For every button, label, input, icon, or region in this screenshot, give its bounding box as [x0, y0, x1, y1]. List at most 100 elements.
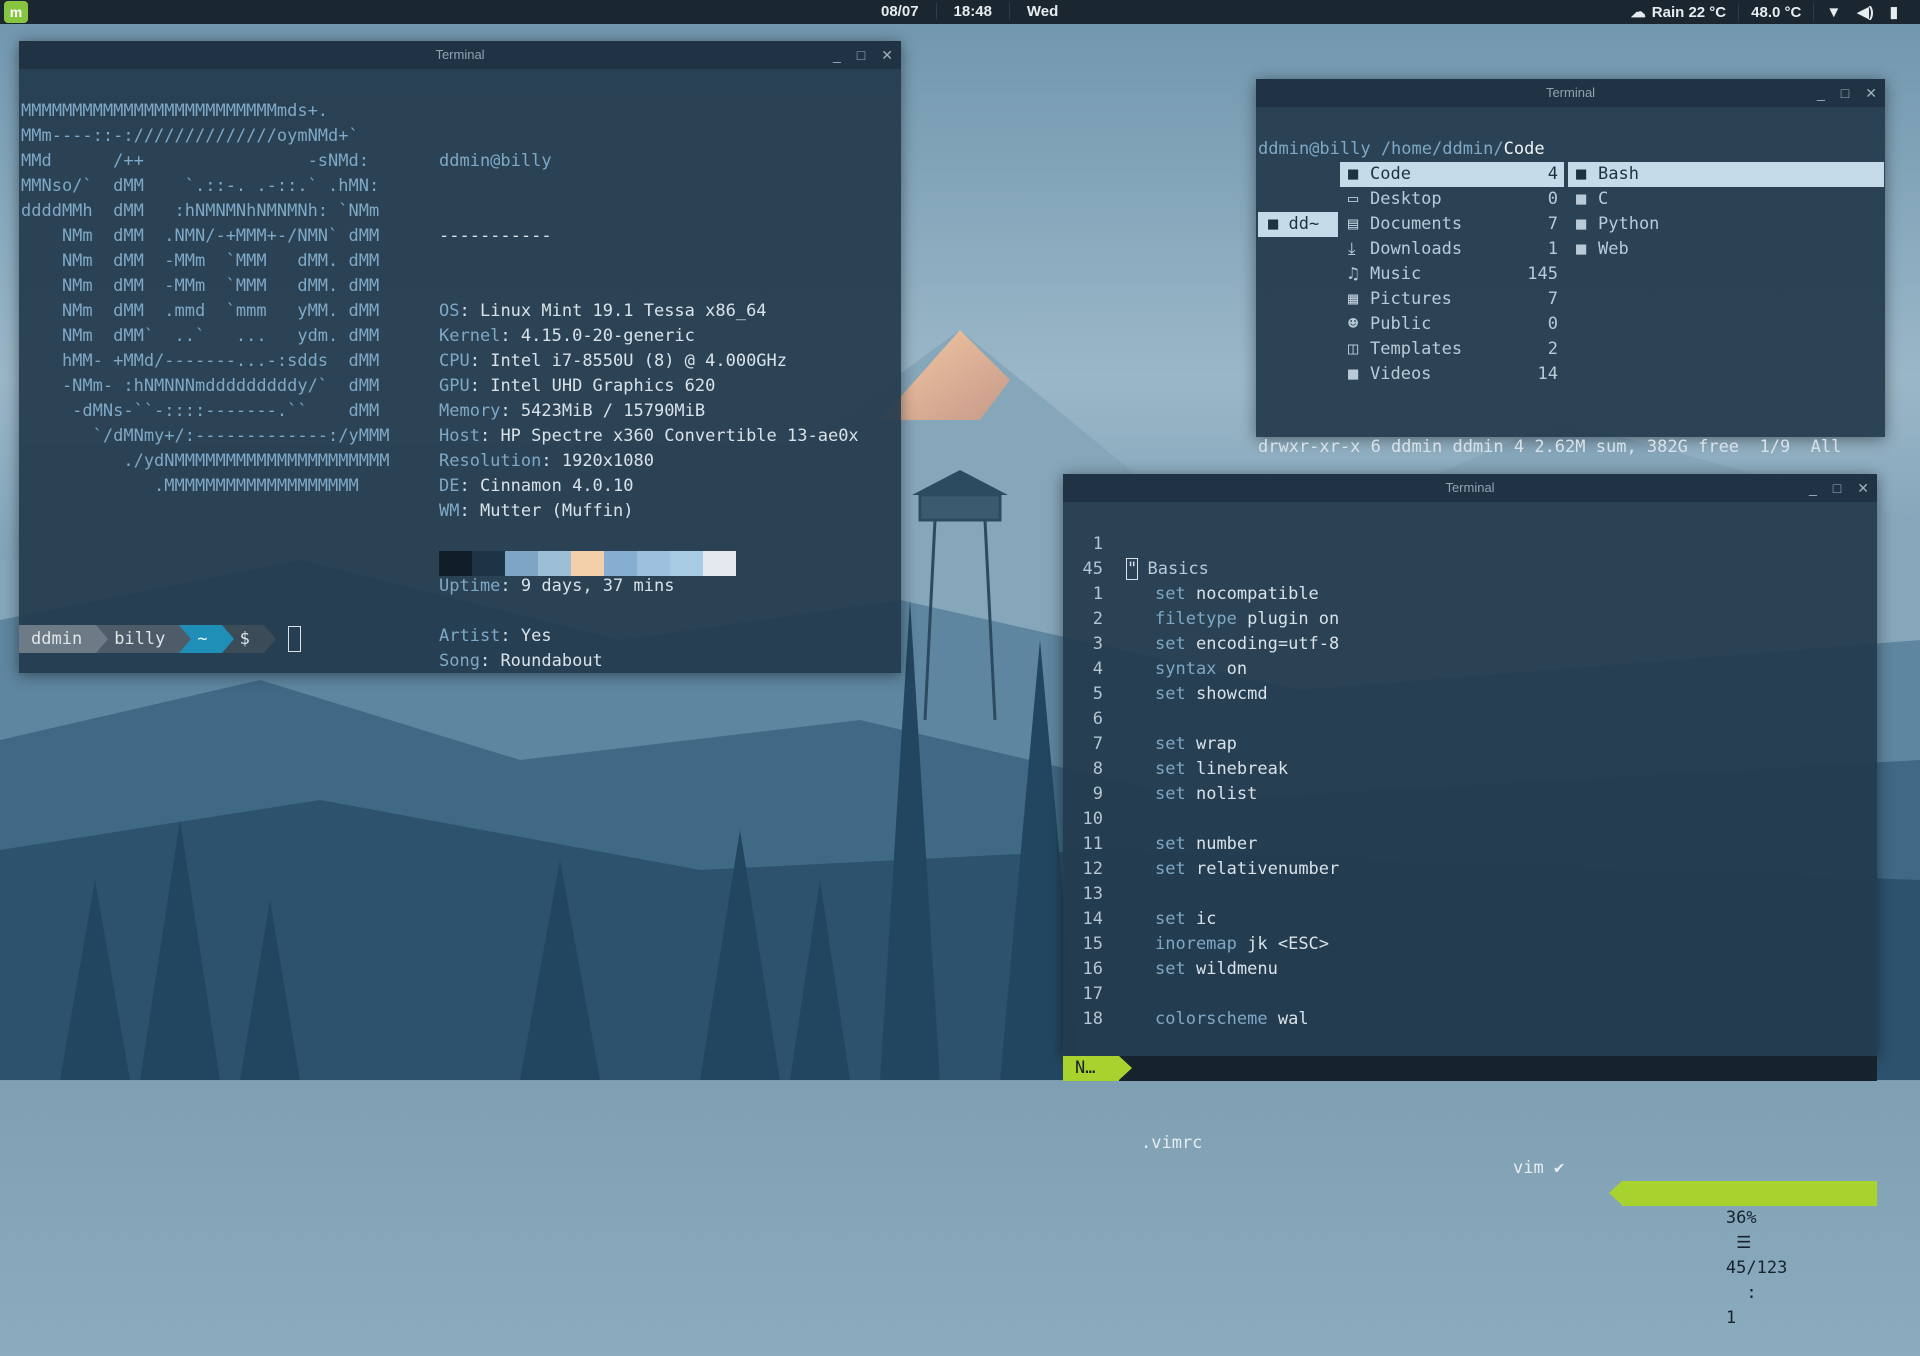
color-swatch [637, 551, 670, 576]
ascii-line: .MMMMMMMMMMMMMMMMMMM [21, 476, 359, 496]
vim-line: 9 set nolist [1063, 782, 1339, 807]
vim-terminal-window[interactable]: Terminal _ □ ✕ 1 45 " Basics 1 set nocompati… [1063, 474, 1877, 1328]
file-entry[interactable]: ■ Code 4 [1340, 162, 1564, 187]
vim-keyword: colorscheme [1155, 1009, 1268, 1029]
info-key: OS [439, 301, 460, 321]
ascii-line: ./ydNMMMMMMMMMMMMMMMMMMMMM [21, 451, 390, 471]
vim-comment: Basics [1137, 559, 1209, 579]
file-entry[interactable]: ◫ Templates 2 [1340, 337, 1564, 362]
info-key: GPU [439, 376, 470, 396]
file-count: 0 [1547, 314, 1558, 334]
file-name: Desktop [1370, 189, 1442, 209]
neofetch-terminal-window[interactable]: Terminal _ □ ✕ MMMMMMMMMMMMMMMMMMMMMMMMM… [19, 41, 901, 673]
vim-line: 10 [1063, 807, 1339, 832]
vim-keyword: set [1155, 784, 1186, 804]
line-number: 2 [1092, 609, 1103, 629]
color-swatch [472, 551, 505, 576]
preview-entry[interactable]: ■ Python [1568, 212, 1884, 237]
ascii-line: NMm dMM .NMN/-+MMM+-/NMN` dMM [21, 226, 380, 246]
path-prefix: ddmin@billy /home/ddmin/ [1258, 139, 1504, 159]
color-swatch [703, 551, 736, 576]
ascii-line: NMm dMM -MMm `MMM dMM. dMM [21, 251, 380, 271]
line-number: 10 [1082, 809, 1103, 829]
ranger-terminal-window[interactable]: Terminal _ □ ✕ ddmin@billy /home/ddmin/C… [1256, 79, 1885, 457]
close-icon[interactable]: ✕ [1857, 474, 1869, 502]
wifi-icon[interactable]: ▼ [1826, 4, 1841, 21]
vim-keyword: set [1155, 584, 1186, 604]
prompt-host: billy [96, 625, 180, 653]
file-entry[interactable]: ▭ Desktop 0 [1340, 187, 1564, 212]
minimize-icon[interactable]: _ [1809, 474, 1817, 502]
file-entry[interactable]: ☻ Public 0 [1340, 312, 1564, 337]
info-key: Host [439, 426, 480, 446]
battery-icon[interactable]: ▮ [1890, 3, 1898, 21]
ascii-line: MMMMMMMMMMMMMMMMMMMMMMMMMmds+. [21, 101, 329, 121]
preview-entry[interactable]: ■ Web [1568, 237, 1884, 262]
file-name: Code [1370, 164, 1411, 184]
vim-text [1103, 982, 1131, 1007]
line-number: 13 [1082, 884, 1103, 904]
preview-entry[interactable]: ■ C [1568, 187, 1884, 212]
file-entry[interactable]: ▤ Documents 7 [1340, 212, 1564, 237]
minimize-icon[interactable]: _ [833, 41, 841, 69]
file-count: 2 [1547, 339, 1558, 359]
info-line [439, 524, 859, 549]
info-key: WM [439, 501, 460, 521]
file-entry[interactable]: ⤓ Downloads 1 [1340, 237, 1564, 262]
prompt-user: ddmin [19, 625, 97, 653]
close-icon[interactable]: ✕ [1865, 79, 1877, 107]
terminal-cursor[interactable] [287, 626, 301, 652]
info-line: DE: Cinnamon 4.0.10 [439, 476, 634, 496]
close-icon[interactable]: ✕ [881, 41, 893, 69]
vim-keyword: set [1155, 959, 1186, 979]
line-number: 14 [1082, 909, 1103, 929]
folder-icon: ■ [1576, 214, 1587, 234]
vim-mode: N… [1063, 1056, 1132, 1081]
maximize-icon[interactable]: □ [857, 41, 865, 69]
vim-filename: .vimrc [1141, 1133, 1203, 1153]
file-entry[interactable]: ▦ Pictures 7 [1340, 287, 1564, 312]
preview-entry[interactable]: ■ Bash [1568, 162, 1884, 187]
info-key: Uptime [439, 576, 501, 596]
vim-keyword: set [1155, 859, 1186, 879]
vim-position: 36% ☰ 45/123 : 1 [1609, 1181, 1877, 1328]
color-swatch [604, 551, 637, 576]
ascii-line: `/dMNmy+/:-------------:/yMMM [21, 426, 390, 446]
info-value: Yes [520, 626, 552, 646]
line-number: 12 [1082, 859, 1103, 879]
vim-text [1103, 532, 1131, 557]
current-column: ■ Code 4 ▭ Desktop 0 ▤ Documents 7 ⤓ Downloads 1 ♫ Mu… [1340, 162, 1564, 387]
info-line: WM: Mutter (Muffin) [439, 501, 634, 521]
vim-text: relativenumber [1195, 859, 1340, 879]
mint-menu-button[interactable]: m [4, 1, 28, 23]
panel-clock[interactable]: 08/07 18:48 Wed [864, 3, 1075, 20]
file-count: 0 [1547, 189, 1558, 209]
vim-line: 13 [1063, 882, 1339, 907]
folder-icon: ■ [1576, 164, 1587, 184]
info-value: Roundabout [500, 651, 603, 671]
color-swatch [439, 551, 472, 576]
temperature-applet[interactable]: 48.0 °C [1738, 3, 1813, 21]
volume-icon[interactable]: ◀) [1857, 3, 1874, 21]
info-key: Kernel [439, 326, 501, 346]
window-titlebar[interactable]: Terminal _ □ ✕ [1063, 474, 1877, 502]
window-titlebar[interactable]: Terminal _ □ ✕ [1256, 79, 1885, 107]
file-entry[interactable]: ♫ Music 145 [1340, 262, 1564, 287]
ascii-line: NMm dMM` ..` ... ydm. dMM [21, 326, 380, 346]
minimize-icon[interactable]: _ [1817, 79, 1825, 107]
shell-prompt[interactable]: ddmin billy ~ $ [19, 625, 301, 653]
maximize-icon[interactable]: □ [1833, 474, 1841, 502]
mint-ascii-logo: MMMMMMMMMMMMMMMMMMMMMMMMMmds+. MMm----::-… [21, 99, 389, 499]
folder-icon: ■ [1576, 189, 1587, 209]
info-line: Uptime: 9 days, 37 mins [439, 576, 675, 596]
parent-entry[interactable]: ■ dd~ [1258, 212, 1338, 237]
weather-applet[interactable]: ☁ Rain 22 °C [1619, 3, 1738, 22]
file-entry[interactable]: ■ Videos 14 [1340, 362, 1564, 387]
user-host: ddmin@billy [439, 151, 552, 171]
file-count: 145 [1527, 264, 1558, 284]
vim-buffer[interactable]: 1 45 " Basics 1 set nocompatible 2 filetype pl… [1063, 502, 1877, 1328]
maximize-icon[interactable]: □ [1841, 79, 1849, 107]
top-panel: m 08/07 18:48 Wed ☁ Rain 22 °C 48.0 °C ▼… [0, 0, 1920, 24]
window-titlebar[interactable]: Terminal _ □ ✕ [19, 41, 901, 69]
line-number: 45 [1082, 559, 1103, 579]
